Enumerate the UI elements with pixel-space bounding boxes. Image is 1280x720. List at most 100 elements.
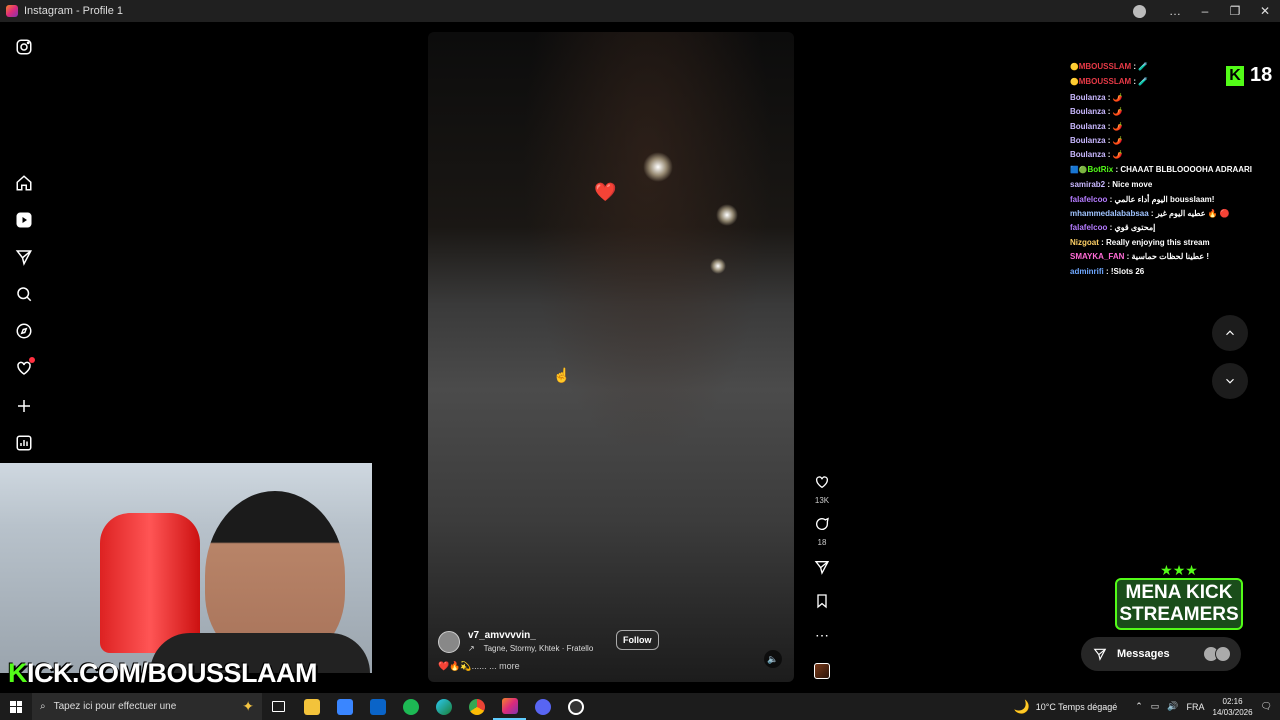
taskbar-search[interactable]: ⌕ Tapez ici pour effectuer une ✦: [32, 693, 262, 720]
send-icon[interactable]: [14, 247, 34, 267]
chat-username[interactable]: Nizgoat: [1070, 238, 1099, 247]
chat-badge-icon: 🟡: [1070, 64, 1079, 71]
edge-icon[interactable]: [427, 693, 460, 720]
chat-text: CHAAAT BLBLOOOOHA ADRAARI: [1120, 164, 1253, 174]
outlook-icon[interactable]: [361, 693, 394, 720]
hand-cursor-icon: ☝: [553, 367, 571, 383]
kick-logo-icon: K: [1226, 65, 1244, 86]
kick-viewer-badge: K 18: [1226, 64, 1272, 87]
chat-text: 🌶️: [1112, 121, 1123, 131]
obs-icon[interactable]: [559, 693, 592, 720]
heart-icon[interactable]: [14, 357, 35, 378]
chat-message: adminrifi : !Slots 26: [1070, 266, 1145, 276]
chat-text: 🌶️: [1112, 136, 1123, 146]
chat-message: Nizgoat : Really enjoying this stream: [1070, 237, 1210, 247]
network-icon[interactable]: ▭: [1151, 701, 1160, 712]
chat-username[interactable]: MBOUSSLAM: [1079, 62, 1131, 71]
minimize-button[interactable]: –: [1190, 0, 1220, 22]
volume-icon[interactable]: 🔊: [1167, 701, 1178, 712]
kick-channel-banner: KICK.COM/BOUSSLAAM: [8, 658, 318, 688]
reels-icon[interactable]: [14, 210, 34, 230]
chat-username[interactable]: SMAYKA_FAN: [1070, 252, 1124, 261]
profile-avatar[interactable]: [1133, 4, 1146, 18]
comment-icon: [816, 517, 829, 530]
reel-music[interactable]: ↗ Tagne, Stormy, Khtek · Fratello: [468, 644, 593, 653]
chat-username[interactable]: falafelcoo: [1070, 223, 1107, 232]
chat-username[interactable]: Boulanza: [1070, 150, 1106, 159]
chat-text: عطيه اليوم غير 🔥 🔴: [1155, 209, 1230, 219]
next-reel-button[interactable]: [1212, 363, 1248, 399]
chevron-up-icon[interactable]: ⌃: [1135, 701, 1143, 712]
gaming-chair: [100, 513, 200, 653]
search-icon[interactable]: [14, 284, 34, 304]
chrome-icon[interactable]: [460, 693, 493, 720]
title-bar: Instagram - Profile 1 … – ❐ ✕: [0, 0, 1280, 22]
messages-button[interactable]: Messages: [1081, 637, 1241, 671]
notification-dot: [29, 357, 35, 363]
weather-widget[interactable]: 🌙 10°C Temps dégagé: [1014, 699, 1118, 715]
system-tray: 🌙 10°C Temps dégagé ⌃ ▭ 🔊 FRA 02:16 14/0…: [1014, 696, 1280, 718]
like-button[interactable]: 13K: [810, 474, 834, 505]
reel-video[interactable]: ❤️ v7_amvvvvin_ ↗ Tagne, Stormy, Khtek ·…: [428, 32, 794, 682]
reel-author-avatar[interactable]: [438, 630, 460, 653]
explore-icon[interactable]: [14, 321, 34, 341]
chat-username[interactable]: Boulanza: [1070, 93, 1106, 102]
heart-icon: [816, 476, 828, 489]
music-title: Tagne, Stormy, Khtek · Fratello: [483, 644, 594, 653]
reel-user: v7_amvvvvin_ ↗ Tagne, Stormy, Khtek · Fr…: [438, 630, 778, 653]
chat-message: samirab2 : Nice move: [1070, 180, 1153, 190]
start-button[interactable]: [0, 693, 32, 720]
plus-icon[interactable]: [14, 396, 34, 416]
chat-username[interactable]: adminrifi: [1070, 267, 1104, 276]
notification-center-icon[interactable]: 🗨: [1261, 701, 1272, 712]
store-icon[interactable]: [328, 693, 361, 720]
more-icon[interactable]: ⋯: [810, 628, 834, 642]
chat-text: عطينا لحظات حماسية !: [1131, 252, 1209, 262]
save-button[interactable]: [810, 593, 834, 614]
kick-chat: 🟡MBOUSSLAM : 🧪 🟡MBOUSSLAM : 🧪 Boulanza : 🌶…: [1070, 60, 1275, 279]
chat-message: Boulanza : 🌶️: [1070, 150, 1123, 160]
chat-username[interactable]: samirab2: [1070, 180, 1105, 189]
volume-icon[interactable]: 🔈: [764, 650, 782, 668]
discord-icon[interactable]: [526, 693, 559, 720]
reel-username[interactable]: v7_amvvvvin_: [468, 630, 593, 641]
dashboard-icon[interactable]: [14, 433, 34, 453]
chat-text: 🧪: [1138, 62, 1149, 71]
file-explorer-icon[interactable]: [295, 693, 328, 720]
reel-description[interactable]: ❤️🔥💫...... ... more: [438, 661, 778, 672]
like-count: 13K: [814, 496, 830, 505]
windows-icon: [10, 700, 22, 713]
task-view-icon[interactable]: [262, 693, 295, 720]
chat-message: 🟦🟢BotRix : CHAAAT BLBLOOOOHA ADRAARI: [1070, 164, 1253, 174]
follow-button[interactable]: Follow: [616, 630, 659, 650]
chat-username[interactable]: Boulanza: [1070, 107, 1106, 116]
search-icon: ⌕: [40, 701, 46, 712]
spotify-icon[interactable]: [394, 693, 427, 720]
heart-sticker-icon: ❤️: [594, 182, 617, 202]
previous-reel-button[interactable]: [1212, 315, 1248, 351]
maximize-button[interactable]: ❐: [1220, 0, 1250, 22]
street-light: [643, 152, 673, 182]
chat-text: 🌶️: [1112, 107, 1123, 117]
chevron-up-icon: [1226, 330, 1234, 336]
close-button[interactable]: ✕: [1250, 0, 1280, 22]
chat-username[interactable]: Boulanza: [1070, 122, 1106, 131]
home-icon[interactable]: [14, 173, 34, 193]
comment-button[interactable]: 18: [810, 516, 834, 547]
chat-username[interactable]: Boulanza: [1070, 136, 1106, 145]
audio-thumbnail[interactable]: [814, 663, 830, 679]
instagram-taskbar-icon[interactable]: [493, 693, 526, 720]
chat-username[interactable]: MBOUSSLAM: [1079, 77, 1131, 86]
street-light: [710, 258, 726, 274]
lang-indicator[interactable]: FRA: [1187, 702, 1205, 712]
more-options-button[interactable]: …: [1160, 0, 1190, 22]
chat-username[interactable]: mhammedalababsaa: [1070, 209, 1149, 218]
share-button[interactable]: [810, 559, 834, 580]
instagram-logo-icon[interactable]: [14, 37, 34, 57]
chat-username[interactable]: falafelcoo: [1070, 195, 1107, 204]
chat-text: إمحتوى قوي: [1114, 223, 1156, 233]
chat-username[interactable]: BotRix: [1087, 165, 1113, 174]
chat-message: Boulanza : 🌶️: [1070, 121, 1123, 131]
taskbar: ⌕ Tapez ici pour effectuer une ✦ 🌙 10°C …: [0, 693, 1280, 720]
clock[interactable]: 02:16 14/03/2026: [1213, 696, 1253, 718]
